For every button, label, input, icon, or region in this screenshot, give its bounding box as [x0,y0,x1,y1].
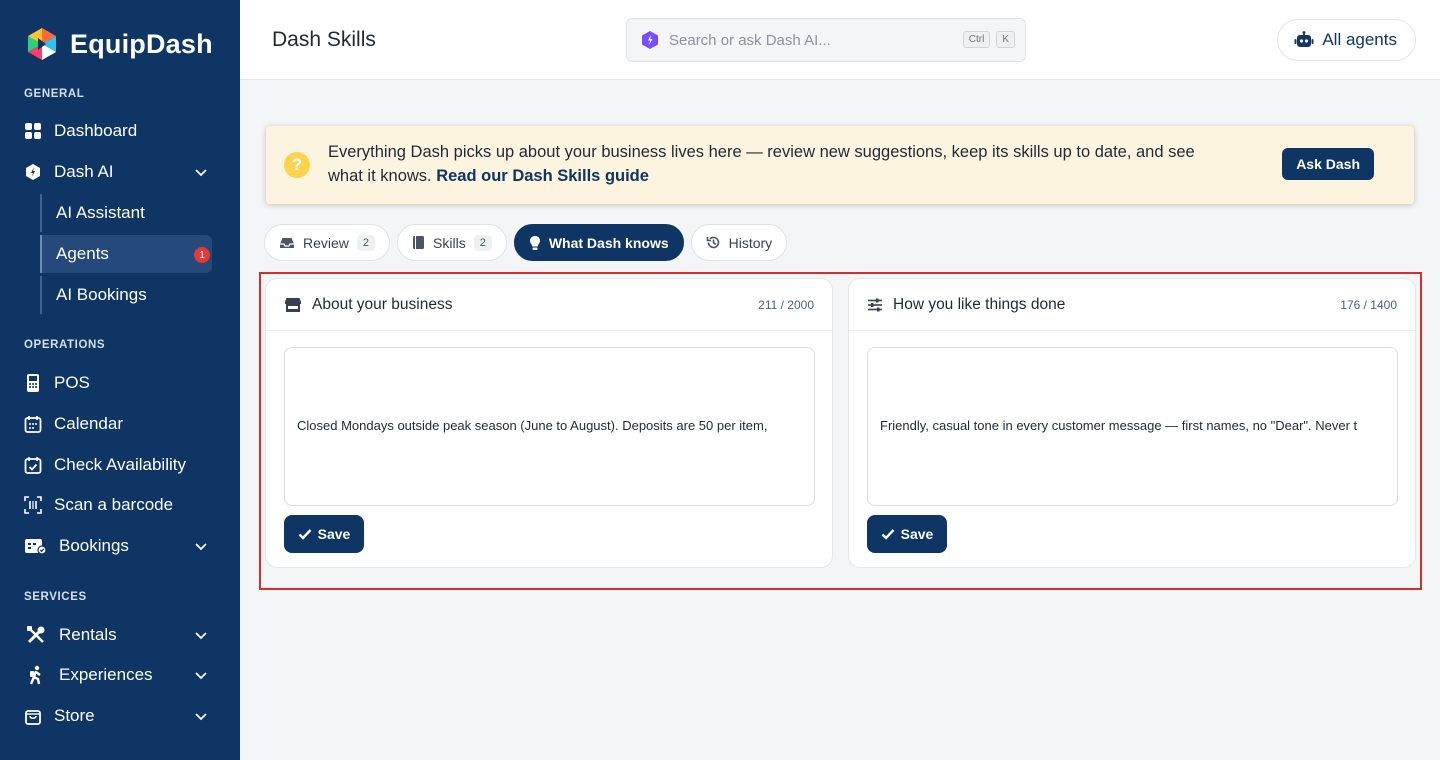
sidebar-item-label: Dash AI [54,162,114,181]
banner-message: Everything Dash picks up about your busi… [328,140,1208,188]
info-banner: ? Everything Dash picks up about your bu… [266,126,1414,204]
preferences-textarea[interactable]: Friendly, casual tone in every customer … [867,347,1398,506]
book-icon [413,236,425,249]
dash-skills-guide-link[interactable]: Read our Dash Skills guide [436,167,649,185]
kbd-ctrl: Ctrl [962,31,991,48]
card-title: How you like things done [893,295,1066,313]
checkmark-icon [881,529,895,540]
sidebar-item-label: Scan a barcode [54,495,174,514]
sidebar-item-ai-bookings[interactable]: AI Bookings [40,276,212,314]
barcode-scan-icon [24,496,42,514]
sidebar-item-label: Calendar [54,414,123,433]
chevron-down-icon [195,672,207,680]
card-title: About your business [312,295,453,313]
tab-review[interactable]: Review 2 [264,224,391,261]
chevron-down-icon [195,543,207,551]
chevron-down-icon [195,169,207,177]
save-label: Save [900,526,934,542]
brand[interactable]: EquipDash [24,26,213,62]
shortcut-hint: Ctrl K [961,31,1015,48]
history-icon [706,236,719,249]
storefront-icon [285,297,301,312]
sidebar-item-label: Bookings [59,536,129,555]
equipdash-logo-icon [28,28,56,60]
sidebar-item-label: Dashboard [54,121,138,140]
card-preferences: How you like things done 176 / 1400 Frie… [848,278,1416,568]
sidebar-item-label: Agents [56,244,109,263]
dashboard-icon [24,122,42,140]
inbox-icon [280,237,294,248]
tab-bar: Review 2 Skills 2 What Dash knows Histor… [264,224,788,261]
page-title: Dash Skills [272,28,376,51]
sidebar-item-check-availability[interactable]: Check Availability [24,447,216,483]
robot-icon [1294,31,1314,47]
sidebar-item-label: Rentals [59,625,117,644]
sidebar-item-dash-ai[interactable]: Dash AI [24,154,216,190]
dash-ai-icon [24,163,42,181]
sidebar-item-calendar[interactable]: Calendar [24,406,216,442]
sidebar-item-label: AI Bookings [56,285,147,304]
lightbulb-icon [529,235,540,250]
sidebar-item-ai-assistant[interactable]: AI Assistant [40,194,212,232]
sidebar-item-dashboard[interactable]: Dashboard [24,113,216,149]
sidebar-item-rentals[interactable]: Rentals [24,617,216,653]
tab-count: 2 [473,234,492,251]
card-header: About your business 211 / 2000 [266,279,832,331]
all-agents-button[interactable]: All agents [1277,19,1416,61]
character-count: 176 / 1400 [1340,297,1397,312]
search-box[interactable]: Ctrl K [626,18,1026,62]
ask-dash-button[interactable]: Ask Dash [1282,148,1374,180]
shopping-bag-icon [24,707,42,725]
section-operations: OPERATIONS [24,339,106,351]
save-label: Save [317,526,351,542]
card-about-business: About your business 211 / 2000 Closed Mo… [265,278,833,568]
brand-name: EquipDash [70,28,213,59]
rentals-tools-icon [24,626,47,644]
dash-ai-search-icon [642,31,658,49]
section-general: GENERAL [24,88,85,100]
hiker-icon [24,665,47,685]
sliders-icon [868,298,882,311]
card-header: How you like things done 176 / 1400 [849,279,1415,331]
save-preferences-button[interactable]: Save [867,515,947,553]
sidebar-item-label: Check Availability [54,455,186,474]
agents-count-badge: 1 [194,247,210,263]
tab-label: History [728,234,773,251]
chevron-down-icon [195,713,207,721]
bookings-icon [24,537,47,555]
sidebar-item-pos[interactable]: POS [24,365,216,401]
pos-terminal-icon [24,374,42,392]
calendar-icon [24,415,42,433]
tab-label: Skills [433,234,466,251]
sidebar-item-scan-barcode[interactable]: Scan a barcode [24,487,216,523]
character-count: 211 / 2000 [758,297,814,312]
sidebar-item-label: POS [54,373,90,392]
save-business-button[interactable]: Save [284,515,364,553]
sidebar-item-label: Experiences [59,665,153,684]
calendar-check-icon [24,456,42,474]
sidebar-item-store[interactable]: Store [24,698,216,734]
sidebar: EquipDash GENERAL Dashboard Dash AI AI A… [0,0,240,760]
sidebar-item-agents[interactable]: Agents 1 [40,235,212,273]
sidebar-item-experiences[interactable]: Experiences [24,657,216,693]
tab-label: Review [303,234,349,251]
tab-count: 2 [356,234,376,251]
business-textarea[interactable]: Closed Mondays outside peak season (June… [284,347,815,506]
checkmark-icon [298,529,312,540]
sidebar-item-label: AI Assistant [56,203,145,222]
tab-history[interactable]: History [690,224,788,261]
all-agents-label: All agents [1322,30,1397,49]
kbd-k: K [996,31,1015,48]
sidebar-item-bookings[interactable]: Bookings [24,528,216,564]
tab-label: What Dash knows [548,234,669,251]
sidebar-item-label: Store [54,706,95,725]
search-input[interactable] [669,31,939,49]
top-bar: Dash Skills Ctrl K All agents [240,0,1440,80]
tab-what-dash-knows[interactable]: What Dash knows [513,224,684,261]
question-circle-icon: ? [284,152,310,178]
chevron-down-icon [195,632,207,640]
section-services: SERVICES [24,591,87,603]
tab-skills[interactable]: Skills 2 [397,224,507,261]
